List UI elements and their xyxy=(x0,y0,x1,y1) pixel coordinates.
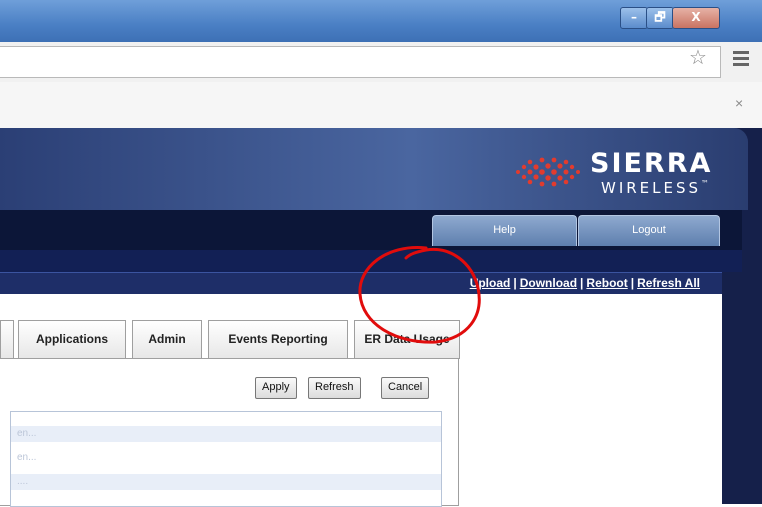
minimize-button[interactable]: – xyxy=(620,7,648,29)
logout-tab[interactable]: Logout xyxy=(578,215,720,246)
refresh-all-link[interactable]: Refresh All xyxy=(637,276,700,290)
nav-separator xyxy=(0,250,742,272)
action-bar: Upload | Download | Reboot | Refresh All xyxy=(0,272,722,295)
reboot-link[interactable]: Reboot xyxy=(586,276,627,290)
apply-button[interactable]: Apply xyxy=(255,377,297,399)
separator: | xyxy=(513,276,517,290)
brand-subtitle-text: WIRELESS xyxy=(601,179,702,197)
address-bar[interactable] xyxy=(0,46,721,78)
right-frame xyxy=(722,294,742,504)
action-links: Upload | Download | Reboot | Refresh All xyxy=(470,276,700,290)
refresh-button[interactable]: Refresh xyxy=(308,377,361,399)
close-bar-icon[interactable]: × xyxy=(735,95,743,111)
settings-list: en... en... .... xyxy=(10,411,442,507)
trademark-mark: ™ xyxy=(701,179,713,188)
browser-toolbar: ☆ xyxy=(0,42,762,83)
list-item[interactable]: en... xyxy=(11,426,441,442)
bookmark-star-icon[interactable]: ☆ xyxy=(689,45,707,70)
tab-admin[interactable]: Admin xyxy=(132,320,202,359)
sierra-logo-icon xyxy=(516,157,580,187)
top-nav: Help Logout xyxy=(0,210,742,250)
tab-partial[interactable] xyxy=(0,320,14,359)
close-window-button[interactable]: X xyxy=(672,7,720,29)
list-item[interactable]: .... xyxy=(11,474,441,490)
separator: | xyxy=(630,276,635,290)
restore-button[interactable]: 🗗 xyxy=(646,7,674,29)
brand-name: SIERRA xyxy=(590,148,713,179)
download-link[interactable]: Download xyxy=(520,276,577,290)
tab-er-data-usage[interactable]: ER Data Usage xyxy=(354,320,460,359)
page-header: SIERRA WIRELESS™ xyxy=(0,128,748,210)
help-tab[interactable]: Help xyxy=(432,215,577,246)
tab-panel: Apply Refresh Cancel en... en... .... xyxy=(0,358,459,507)
brand-subtitle: WIRELESS™ xyxy=(601,179,712,197)
list-item[interactable]: en... xyxy=(11,450,441,466)
upload-link[interactable]: Upload xyxy=(470,276,511,290)
tab-applications[interactable]: Applications xyxy=(18,320,126,359)
bookmarks-bar: × xyxy=(0,82,762,129)
separator: | xyxy=(580,276,584,290)
web-page: SIERRA WIRELESS™ Help Logout Upload | Down… xyxy=(0,128,762,507)
content-area: Applications Admin Events Reporting ER D… xyxy=(0,294,722,507)
window-title-bar: – 🗗 X xyxy=(0,0,762,42)
menu-icon[interactable] xyxy=(733,51,749,69)
cancel-button[interactable]: Cancel xyxy=(381,377,430,399)
tab-events-reporting[interactable]: Events Reporting xyxy=(208,320,348,359)
